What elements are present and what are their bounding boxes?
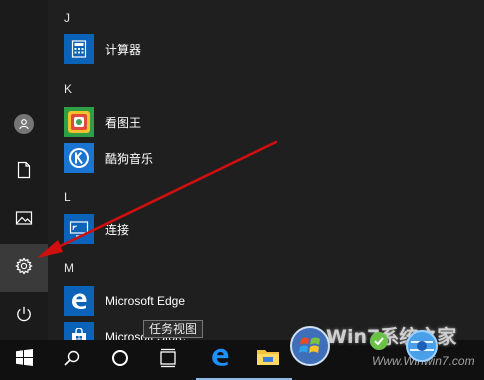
power-button[interactable] [0, 292, 48, 340]
calculator-icon [64, 34, 94, 64]
user-account-button[interactable] [0, 100, 48, 148]
documents-button[interactable] [0, 148, 48, 196]
power-icon [15, 305, 33, 328]
picture-viewer-icon [64, 107, 94, 137]
app-list[interactable]: J 计算器 K 看图王 酷狗音乐 L 连接 M Microsoft Edge M… [48, 0, 484, 340]
watermark: Win7系统之家 Www.Winwin7.com [286, 320, 484, 380]
section-letter-k[interactable]: K [64, 82, 72, 96]
connect-icon [64, 214, 94, 244]
app-connect[interactable]: 连接 [64, 213, 364, 245]
app-kugou-music[interactable]: 酷狗音乐 [64, 142, 364, 174]
task-view-icon [158, 348, 178, 373]
app-picture-viewer[interactable]: 看图王 [64, 106, 364, 138]
section-letter-l[interactable]: L [64, 190, 71, 204]
start-button[interactable] [0, 340, 48, 380]
taskbar-edge-button[interactable] [196, 340, 244, 380]
app-label: 酷狗音乐 [105, 151, 154, 166]
app-microsoft-edge[interactable]: Microsoft Edge [64, 285, 364, 317]
search-button[interactable] [48, 340, 96, 380]
user-avatar [14, 114, 34, 134]
app-icon [370, 332, 388, 350]
app-label: 计算器 [105, 42, 142, 57]
app-label: 看图王 [105, 115, 142, 130]
app-calculator[interactable]: 计算器 [64, 33, 364, 65]
pictures-icon [15, 210, 33, 231]
start-menu-rail [0, 0, 48, 340]
store-icon [64, 322, 94, 340]
file-explorer-icon [256, 347, 280, 372]
task-view-button[interactable] [144, 340, 192, 380]
search-icon [63, 349, 81, 372]
cortana-button[interactable] [96, 340, 144, 380]
kugou-music-icon [64, 143, 94, 173]
settings-button[interactable] [0, 244, 48, 292]
edge-icon [209, 346, 231, 373]
taskbar-file-explorer-button[interactable] [244, 340, 292, 380]
documents-icon [16, 161, 32, 184]
task-view-tooltip: 任务视图 [143, 320, 204, 338]
settings-icon [15, 256, 33, 280]
app-label: 连接 [105, 222, 130, 237]
section-letter-m[interactable]: M [64, 261, 74, 275]
pictures-button[interactable] [0, 196, 48, 244]
cortana-icon [111, 349, 129, 372]
app-label: Microsoft Edge [105, 294, 186, 308]
edge-icon [64, 286, 94, 316]
browser-icon [406, 330, 438, 362]
section-letter-j[interactable]: J [64, 11, 70, 25]
windows-start-icon [15, 349, 33, 371]
